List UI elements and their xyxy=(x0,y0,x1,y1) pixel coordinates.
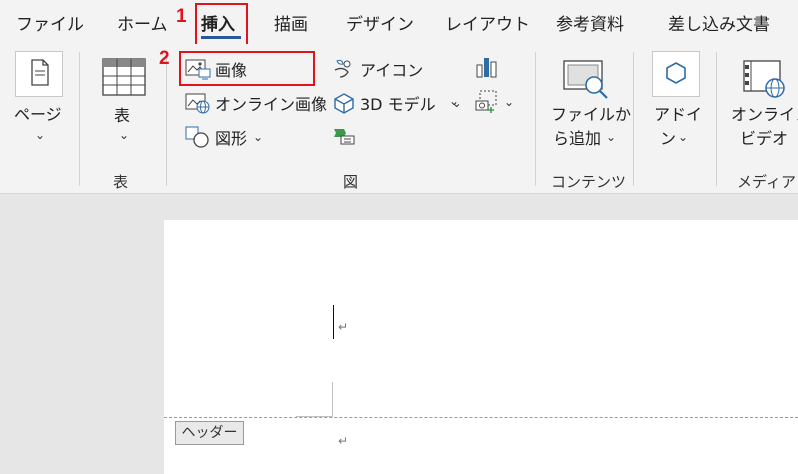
table-icon[interactable] xyxy=(101,57,147,97)
chevron-down-icon: ⌄ xyxy=(253,130,264,144)
paragraph-mark: ↵ xyxy=(338,320,349,334)
icons-label: アイコン xyxy=(360,61,424,80)
step-number-1: 1 xyxy=(176,6,187,27)
tab-design[interactable]: デザイン xyxy=(346,10,414,35)
insert-from-file-icon[interactable] xyxy=(562,57,610,103)
screenshot-icon xyxy=(475,90,497,113)
smartart-icon[interactable] xyxy=(332,124,356,146)
3d-models-label: 3D モデル xyxy=(360,95,436,114)
page-icon xyxy=(31,59,49,86)
group-separator xyxy=(633,52,634,186)
online-video-label-line2[interactable]: ビデオ xyxy=(740,128,788,150)
pages-button-frame[interactable] xyxy=(15,51,63,97)
step-number-2: 2 xyxy=(159,48,170,69)
3d-models-button[interactable]: 3D モデル ⌄ xyxy=(332,91,462,115)
tab-mailings[interactable]: 差し込み文書 xyxy=(668,10,770,35)
chart-icon[interactable] xyxy=(474,55,500,79)
addins-button-frame[interactable] xyxy=(652,51,700,97)
online-pictures-label: オンライン画像 xyxy=(215,95,328,114)
group-separator xyxy=(166,52,167,186)
chevron-down-icon[interactable]: ⌄ xyxy=(449,94,459,108)
highlight-box-insert-tab xyxy=(195,3,248,46)
text-cursor xyxy=(333,305,334,339)
shapes-label: 図形 xyxy=(215,129,248,148)
tab-draw[interactable]: 描画 xyxy=(274,10,308,35)
screenshot-button[interactable]: ⌄ xyxy=(474,89,514,115)
chevron-down-icon[interactable]: ⌄ xyxy=(35,128,45,142)
tab-references[interactable]: 参考資料 xyxy=(556,10,624,35)
chevron-down-icon: ⌄ xyxy=(504,95,515,109)
group-separator xyxy=(535,52,536,186)
shapes-icon xyxy=(185,126,209,148)
addins-label-line1[interactable]: アドイ xyxy=(654,104,702,126)
header-boundary-line xyxy=(164,417,798,418)
group-label-illustrations: 図 xyxy=(343,173,359,191)
cube-3d-icon xyxy=(334,93,354,114)
pages-label[interactable]: ページ xyxy=(14,104,62,126)
online-pictures-button[interactable]: オンライン画像 xyxy=(185,91,327,115)
group-separator xyxy=(716,52,717,186)
online-picture-icon xyxy=(185,93,210,114)
header-tag[interactable]: ヘッダー xyxy=(175,421,244,445)
tab-layout[interactable]: レイアウト xyxy=(445,10,530,35)
highlight-box-picture xyxy=(179,51,315,86)
ribbon-tab-bar: ファイル ホーム 挿入 描画 デザイン レイアウト 参考資料 差し込み文書 xyxy=(0,0,798,44)
group-label-table: 表 xyxy=(113,173,129,191)
online-video-label-line1[interactable]: オンライン xyxy=(731,104,798,126)
icons-icon xyxy=(334,59,351,78)
online-video-icon[interactable] xyxy=(742,57,788,101)
insert-from-file-label-line2[interactable]: ら追加 xyxy=(553,128,601,150)
tab-home[interactable]: ホーム xyxy=(117,10,168,35)
group-label-content: コンテンツ xyxy=(551,173,627,191)
icons-button[interactable]: アイコン xyxy=(332,57,423,81)
addins-label-line2[interactable]: ン xyxy=(660,128,676,150)
tab-file[interactable]: ファイル xyxy=(16,10,84,35)
paragraph-mark: ↵ xyxy=(338,434,349,448)
table-button-label[interactable]: 表 xyxy=(114,105,130,127)
chevron-down-icon[interactable]: ⌄ xyxy=(606,130,616,144)
chevron-down-icon[interactable]: ⌄ xyxy=(119,128,129,142)
group-separator xyxy=(79,52,80,186)
shapes-button[interactable]: 図形 ⌄ xyxy=(185,125,263,149)
chevron-down-icon[interactable]: ⌄ xyxy=(678,130,688,144)
addins-icon xyxy=(666,62,686,84)
margin-corner-mark xyxy=(332,382,333,416)
group-label-media: メディア xyxy=(737,173,796,191)
document-page[interactable] xyxy=(164,220,798,474)
insert-from-file-label-line1[interactable]: ファイルか xyxy=(551,104,631,126)
